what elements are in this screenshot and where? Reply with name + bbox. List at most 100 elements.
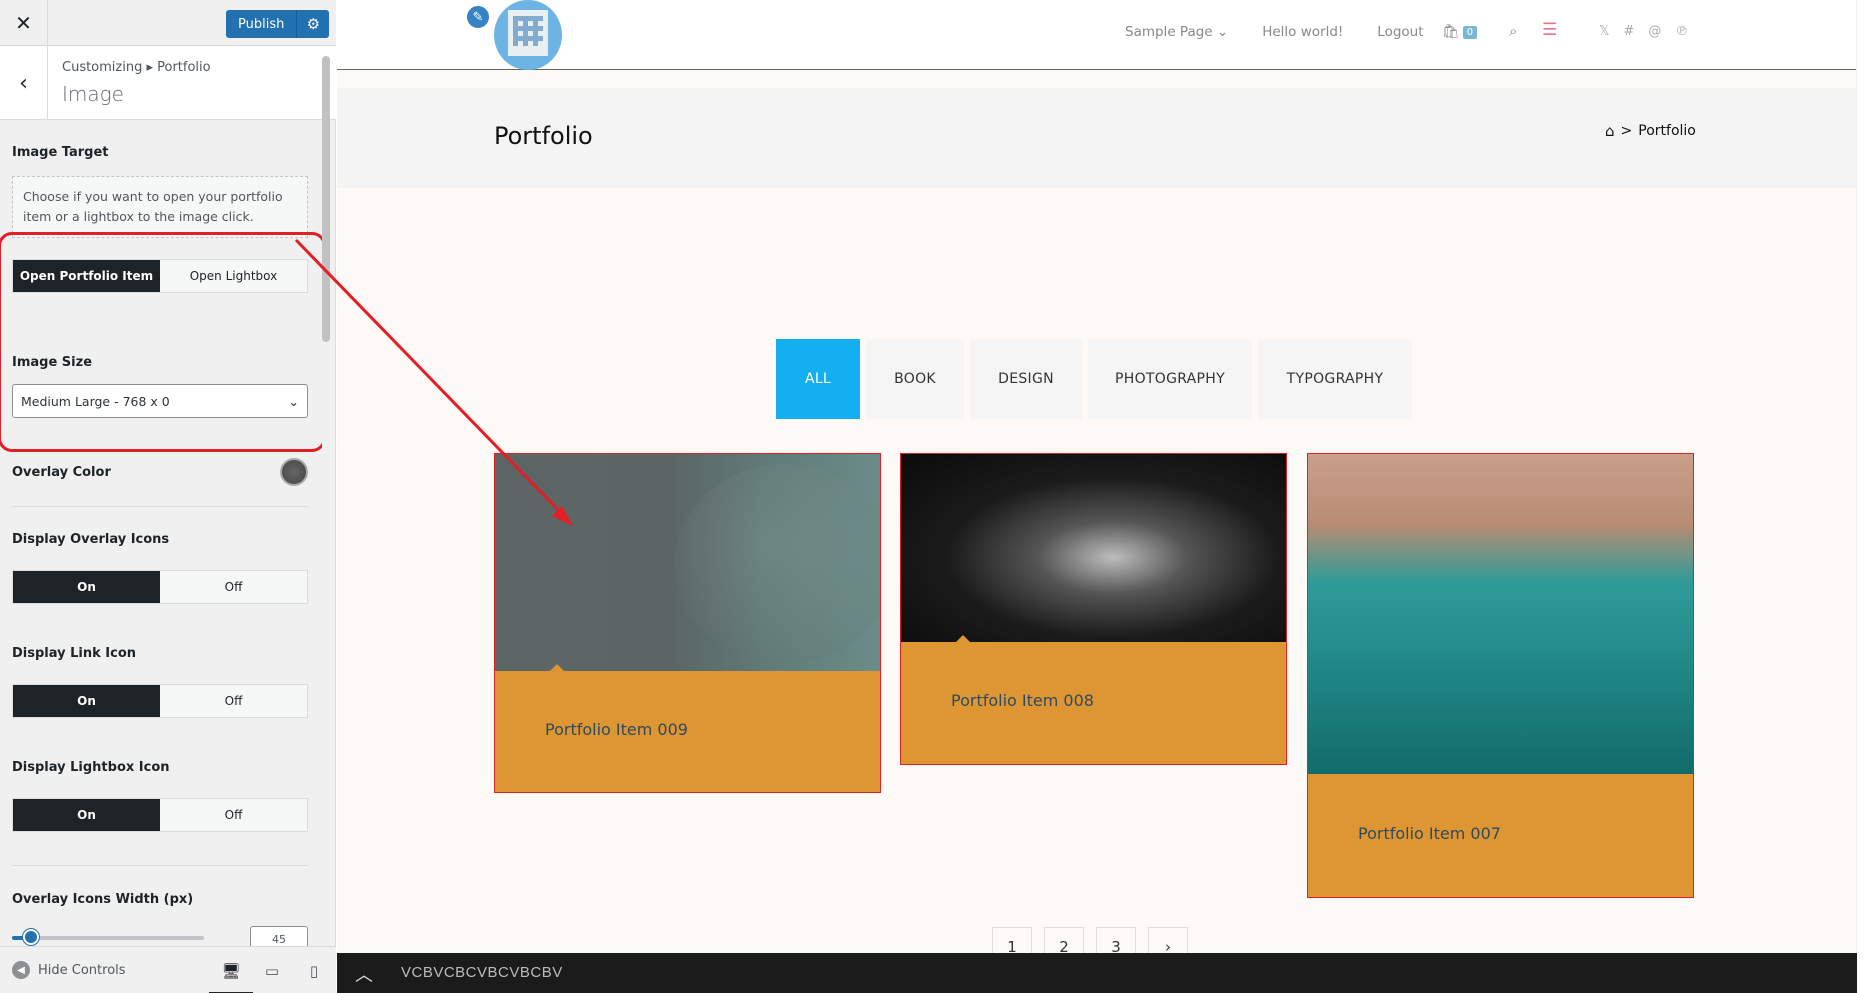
tablet-icon: ▭: [264, 962, 280, 980]
section-header: ‹ Customizing ▸ Portfolio Image: [0, 46, 336, 120]
open-portfolio-item-button[interactable]: Open Portfolio Item: [13, 260, 160, 292]
image-size-label: Image Size: [12, 355, 93, 370]
portfolio-image[interactable]: [495, 454, 880, 671]
display-lightbox-icon-toggle: On Off: [12, 798, 308, 832]
breadcrumb-current: Portfolio: [1638, 123, 1696, 139]
overlay-color-swatch[interactable]: [280, 458, 308, 486]
gear-icon: ⚙: [306, 15, 321, 33]
search-icon[interactable]: ⌕: [1509, 22, 1517, 40]
publish-group: Publish ⚙: [226, 10, 330, 38]
link-icon-off-button[interactable]: Off: [160, 685, 307, 717]
customizer-header: ✕ Publish ⚙: [0, 0, 336, 46]
mobile-icon: ▯: [309, 962, 319, 980]
customizer-footer: ◀ Hide Controls 🖥 ▭ ▯: [0, 946, 336, 993]
bottom-bar: ︿ VCBVCBCVBCVBCBV: [337, 953, 1857, 993]
cart-count-badge: 0: [1462, 25, 1478, 39]
customizer-panel: ✕ Publish ⚙ ‹ Customizing ▸ Portfolio Im…: [0, 0, 336, 993]
overlay-color-label: Overlay Color: [12, 465, 111, 480]
back-button[interactable]: ‹: [0, 46, 48, 120]
social-links: 𝕏 # @ ℗: [1599, 24, 1688, 39]
preview-desktop-button[interactable]: 🖥: [209, 959, 253, 993]
pinterest-icon[interactable]: ℗: [1675, 24, 1688, 39]
building-icon: [508, 10, 548, 56]
page-header-banner: Portfolio ⌂ > Portfolio: [337, 88, 1857, 188]
chevron-up-icon[interactable]: ︿: [355, 961, 373, 987]
site-header: ✎ Sample Page ⌄ Hello world! Logout 🛍 0 …: [337, 0, 1857, 70]
edit-shortcut-button[interactable]: ✎: [465, 4, 491, 30]
filter-book[interactable]: BOOK: [866, 339, 964, 419]
home-icon[interactable]: ⌂: [1605, 122, 1615, 140]
image-target-label: Image Target: [12, 145, 109, 160]
desktop-icon: 🖥: [221, 962, 241, 980]
nav-item-sample-page[interactable]: Sample Page ⌄: [1125, 24, 1228, 40]
nav-label: Sample Page: [1125, 24, 1213, 40]
chevron-down-icon: ⌄: [288, 393, 299, 409]
card-notch: [550, 664, 564, 671]
image-size-value: Medium Large - 768 x 0: [21, 393, 170, 409]
lightbox-icon-on-button[interactable]: On: [13, 799, 160, 831]
display-lightbox-icon-label: Display Lightbox Icon: [12, 760, 170, 775]
publish-settings-button[interactable]: ⚙: [297, 10, 330, 38]
portfolio-card[interactable]: Portfolio Item 007: [1307, 453, 1694, 898]
slack-icon[interactable]: #: [1623, 24, 1634, 39]
portfolio-image[interactable]: [1308, 454, 1693, 774]
open-lightbox-button[interactable]: Open Lightbox: [160, 260, 307, 292]
divider: [12, 865, 308, 866]
portfolio-card[interactable]: Portfolio Item 008: [900, 453, 1287, 765]
pencil-icon: ✎: [472, 9, 484, 25]
link-icon-on-button[interactable]: On: [13, 685, 160, 717]
portfolio-item-title[interactable]: Portfolio Item 009: [545, 720, 688, 739]
customizer-breadcrumb: Customizing ▸ Portfolio: [62, 60, 211, 75]
controls-list: Image Target Choose if you want to open …: [0, 120, 322, 946]
close-customizer-button[interactable]: ✕: [0, 0, 48, 46]
site-preview: ✎ Sample Page ⌄ Hello world! Logout 🛍 0 …: [337, 0, 1857, 993]
overlay-icons-on-button[interactable]: On: [13, 571, 160, 603]
breadcrumb: ⌂ > Portfolio: [1605, 122, 1696, 140]
display-overlay-icons-toggle: On Off: [12, 570, 308, 604]
chevron-down-icon: ⌄: [1216, 24, 1229, 40]
portfolio-card[interactable]: Portfolio Item 009: [494, 453, 881, 793]
page-title: Portfolio: [494, 122, 593, 150]
overlay-icons-width-label: Overlay Icons Width (px): [12, 892, 194, 907]
portfolio-item-title[interactable]: Portfolio Item 007: [1358, 824, 1501, 843]
collapse-icon: ◀: [12, 961, 30, 979]
site-logo[interactable]: [494, 0, 562, 70]
chevron-left-icon: ‹: [19, 70, 28, 96]
main-navigation: Sample Page ⌄ Hello world! Logout: [1125, 24, 1424, 40]
divider: [12, 506, 308, 507]
hide-controls-label: Hide Controls: [38, 962, 126, 978]
filter-photography[interactable]: PHOTOGRAPHY: [1088, 339, 1252, 419]
nav-item-hello-world[interactable]: Hello world!: [1262, 24, 1343, 40]
image-size-select[interactable]: Medium Large - 768 x 0 ⌄: [12, 384, 308, 418]
display-link-icon-toggle: On Off: [12, 684, 308, 718]
image-target-toggle: Open Portfolio Item Open Lightbox: [12, 259, 308, 293]
hide-controls-button[interactable]: ◀ Hide Controls: [12, 961, 126, 979]
bottom-bar-text: VCBVCBCVBCVBCBV: [401, 964, 563, 981]
close-icon: ✕: [15, 11, 32, 35]
publish-button[interactable]: Publish: [226, 10, 298, 38]
overlay-icons-width-slider-track[interactable]: [12, 936, 204, 940]
display-overlay-icons-label: Display Overlay Icons: [12, 532, 170, 547]
x-icon[interactable]: 𝕏: [1599, 24, 1609, 39]
filter-all[interactable]: ALL: [776, 339, 860, 419]
preview-mobile-button[interactable]: ▯: [302, 959, 326, 983]
cart-button[interactable]: 🛍 0: [1442, 24, 1478, 40]
preview-scrollbar[interactable]: [1856, 0, 1857, 993]
panel-scrollbar[interactable]: [322, 56, 330, 342]
section-title: Image: [62, 82, 124, 106]
filter-typography[interactable]: TYPOGRAPHY: [1258, 339, 1412, 419]
portfolio-image[interactable]: [901, 454, 1286, 642]
breadcrumb-separator: >: [1620, 123, 1633, 139]
overlay-icons-width-slider-thumb[interactable]: [23, 929, 39, 945]
portfolio-item-title[interactable]: Portfolio Item 008: [951, 691, 1094, 710]
overlay-icons-off-button[interactable]: Off: [160, 571, 307, 603]
overlay-icons-width-input[interactable]: 45: [250, 926, 308, 946]
nav-item-logout[interactable]: Logout: [1377, 24, 1423, 40]
menu-icon[interactable]: ☰: [1542, 20, 1557, 40]
filter-design[interactable]: DESIGN: [970, 339, 1082, 419]
lightbox-icon-off-button[interactable]: Off: [160, 799, 307, 831]
card-notch: [956, 635, 970, 642]
preview-tablet-button[interactable]: ▭: [260, 959, 284, 983]
shopping-bag-icon: 🛍: [1442, 24, 1460, 40]
threads-icon[interactable]: @: [1648, 24, 1661, 39]
